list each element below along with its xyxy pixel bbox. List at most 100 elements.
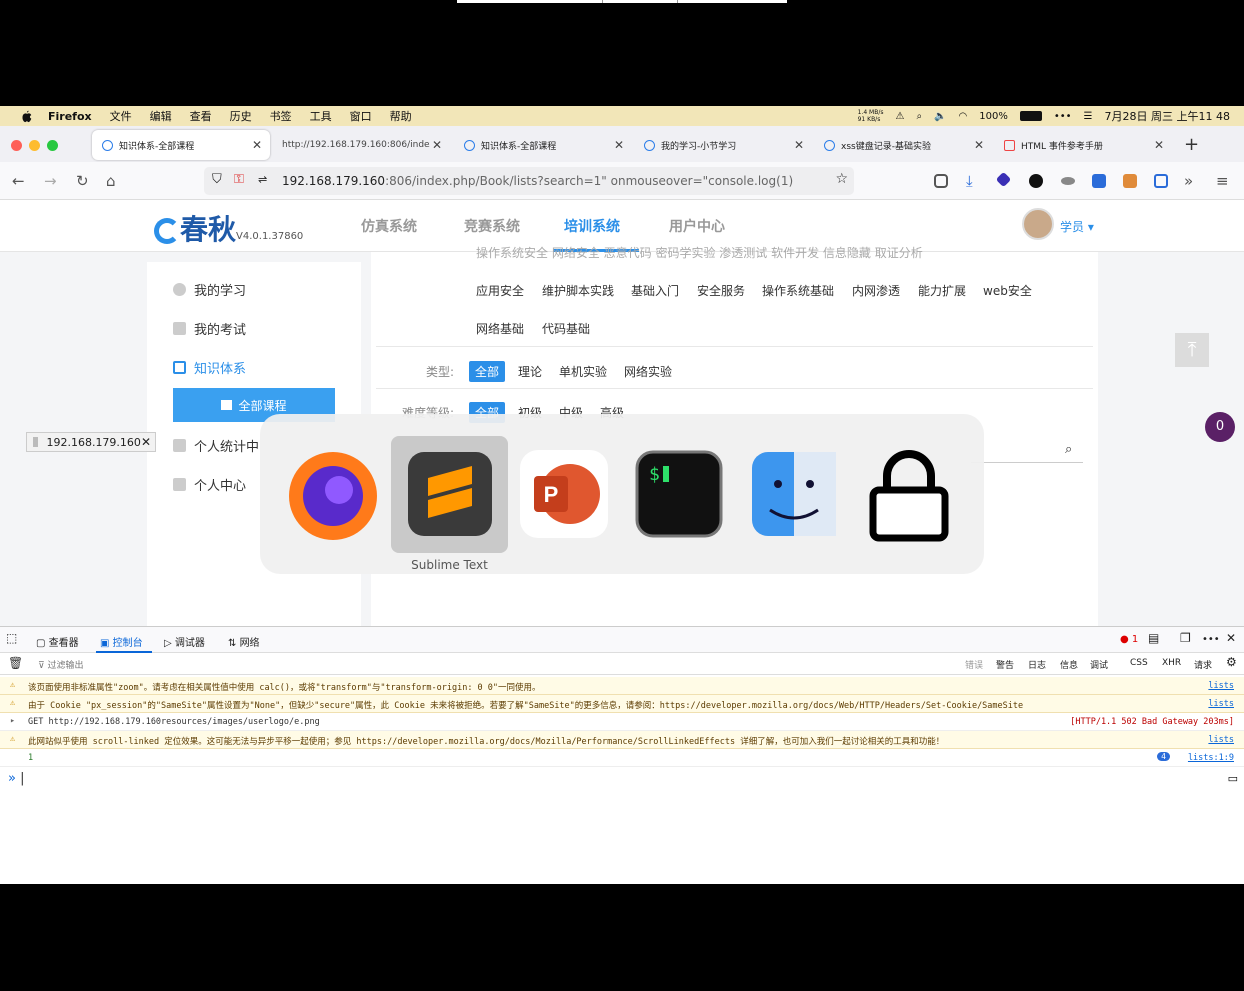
close-tab-icon[interactable]: ✕	[1154, 138, 1164, 152]
tab-console[interactable]: ▣ 控制台	[100, 634, 143, 649]
type-network-lab[interactable]: 网络实验	[624, 363, 672, 380]
console-input[interactable]: » |	[8, 771, 25, 786]
type-all[interactable]: 全部	[469, 361, 506, 382]
insecure-lock-icon[interactable]: ⚿	[234, 172, 244, 187]
tab-3[interactable]: 知识体系-全部课程 ✕	[454, 130, 632, 160]
category-security-service[interactable]: 安全服务	[697, 282, 745, 299]
reload-button[interactable]: ↻	[76, 172, 89, 190]
filter-errors[interactable]: 错误	[965, 658, 983, 671]
menu-bookmarks[interactable]: 书签	[270, 108, 292, 124]
warning-icon[interactable]: ⚠	[895, 111, 904, 122]
minimize-window-button[interactable]	[29, 140, 40, 151]
apple-icon[interactable]	[18, 109, 34, 123]
sublime-text-icon[interactable]	[400, 444, 500, 544]
zoom-window-button[interactable]	[47, 140, 58, 151]
extension-icon[interactable]	[995, 171, 1012, 188]
category-app-security[interactable]: 应用安全	[476, 282, 524, 299]
filter-input[interactable]: ⊽ 过滤输出	[38, 658, 83, 671]
console-message[interactable]: ⚠ 由于 Cookie "px_session"的"SameSite"属性设置为…	[0, 695, 1244, 713]
editor-mode-icon[interactable]: ▭	[1228, 772, 1238, 785]
filter-xhr[interactable]: XHR	[1162, 658, 1181, 668]
filter-debug[interactable]: 调试	[1090, 658, 1108, 671]
dock-side-icon[interactable]: ❐	[1180, 631, 1191, 645]
message-source-link[interactable]: lists	[1208, 681, 1234, 691]
close-tab-icon[interactable]: ✕	[432, 138, 442, 152]
more-icon[interactable]: •••	[1054, 111, 1072, 122]
hamburger-menu-icon[interactable]: ≡	[1216, 172, 1229, 190]
close-icon[interactable]: ✕	[141, 435, 151, 449]
menu-help[interactable]: 帮助	[390, 108, 412, 124]
filter-warnings[interactable]: 警告	[996, 658, 1014, 671]
filter-logs[interactable]: 日志	[1028, 658, 1046, 671]
tab-debugger[interactable]: ▷ 调试器	[164, 634, 205, 649]
battery-icon[interactable]	[1019, 111, 1042, 121]
clock[interactable]: 7月28日 周三 上午11 48	[1105, 108, 1230, 124]
url-bar[interactable]: ⛉ ⚿ ⇌ 192.168.179.160:806/index.php/Book…	[204, 167, 854, 195]
message-source-link[interactable]: lists	[1208, 735, 1234, 745]
console-message[interactable]: 1 4 lists:1:9	[0, 749, 1244, 767]
menu-view[interactable]: 查看	[190, 108, 212, 124]
permissions-icon[interactable]: ⇌	[258, 173, 267, 186]
forward-button[interactable]: →	[44, 172, 57, 190]
menu-file[interactable]: 文件	[110, 108, 132, 124]
pocket-icon[interactable]	[934, 174, 948, 188]
console-message[interactable]: ⚠ 此网站似乎使用 scroll-linked 定位效果。这可能无法与异步平移一…	[0, 731, 1244, 749]
type-standalone-lab[interactable]: 单机实验	[559, 363, 607, 380]
url-text[interactable]: 192.168.179.160:806/index.php/Book/lists…	[282, 174, 793, 188]
nav-training[interactable]: 培训系统	[564, 216, 620, 236]
home-button[interactable]: ⌂	[106, 172, 116, 190]
sidebar-item-my-exam[interactable]: 我的考试	[173, 319, 246, 338]
tab-4[interactable]: 我的学习-小节学习 ✕	[634, 130, 812, 160]
close-tab-icon[interactable]: ✕	[252, 138, 262, 152]
filter-css[interactable]: CSS	[1130, 658, 1148, 668]
search-icon[interactable]: ⌕	[916, 111, 922, 122]
avatar[interactable]	[1022, 208, 1054, 240]
back-to-top-button[interactable]: ⤒	[1175, 333, 1209, 367]
extension-hat-icon[interactable]	[1061, 177, 1075, 185]
type-theory[interactable]: 理论	[518, 363, 542, 380]
bookmark-star-icon[interactable]: ☆	[835, 171, 848, 187]
category-intranet-pentest[interactable]: 内网渗透	[852, 282, 900, 299]
extension-sync-icon[interactable]	[1154, 174, 1168, 188]
tab-2[interactable]: http://192.168.179.160:806/index ✕	[272, 130, 450, 160]
close-devtools-icon[interactable]: ✕	[1226, 631, 1236, 645]
tab-6[interactable]: HTML 事件参考手册 ✕	[994, 130, 1172, 160]
filter-requests[interactable]: 请求	[1194, 658, 1212, 671]
search-icon[interactable]: ⌕	[1065, 442, 1072, 457]
close-tab-icon[interactable]: ✕	[794, 138, 804, 152]
category-ability-ext[interactable]: 能力扩展	[918, 282, 966, 299]
overflow-chevron-icon[interactable]: »	[1184, 172, 1193, 190]
console-message[interactable]: ▸ GET http://192.168.179.160resources/im…	[0, 713, 1244, 731]
sidebar-item-profile[interactable]: 个人中心	[173, 475, 246, 494]
extension-circle-icon[interactable]	[1029, 174, 1043, 188]
tab-5[interactable]: xss键盘记录-基础实验 ✕	[814, 130, 992, 160]
message-source-link[interactable]: lists	[1208, 699, 1234, 709]
console-settings-icon[interactable]: ⚙	[1226, 655, 1237, 669]
category-basics[interactable]: 基础入门	[631, 282, 679, 299]
nav-simulation[interactable]: 仿真系统	[361, 216, 417, 236]
devtools-more-icon[interactable]: •••	[1202, 634, 1220, 645]
wifi-icon[interactable]: ◠	[959, 111, 968, 122]
filter-info[interactable]: 信息	[1060, 658, 1078, 671]
lock-icon[interactable]	[859, 444, 959, 544]
downloads-icon[interactable]: ⤓	[966, 172, 973, 190]
tab-inspector[interactable]: ▢ 查看器	[36, 634, 79, 649]
firefox-icon[interactable]	[283, 444, 383, 544]
close-tab-icon[interactable]: ✕	[614, 138, 624, 152]
menu-window[interactable]: 窗口	[350, 108, 372, 124]
extension-fox-icon[interactable]	[1123, 174, 1137, 188]
close-tab-icon[interactable]: ✕	[974, 138, 984, 152]
menu-edit[interactable]: 编辑	[150, 108, 172, 124]
category-maint-script[interactable]: 维护脚本实践	[542, 282, 614, 299]
message-source-link[interactable]: lists:1:9	[1188, 753, 1234, 763]
tab-network[interactable]: ⇅ 网络	[228, 634, 260, 649]
volume-icon[interactable]: 🔈	[934, 111, 946, 122]
menu-history[interactable]: 历史	[230, 108, 252, 124]
close-window-button[interactable]	[11, 140, 22, 151]
nav-user-center[interactable]: 用户中心	[669, 216, 725, 236]
trash-icon[interactable]: 🗑	[8, 656, 23, 670]
terminal-icon[interactable]: $	[629, 444, 729, 544]
error-counter[interactable]: ● 1	[1120, 634, 1138, 645]
category-os-basics[interactable]: 操作系统基础	[762, 282, 834, 299]
new-tab-button[interactable]: +	[1184, 134, 1199, 155]
